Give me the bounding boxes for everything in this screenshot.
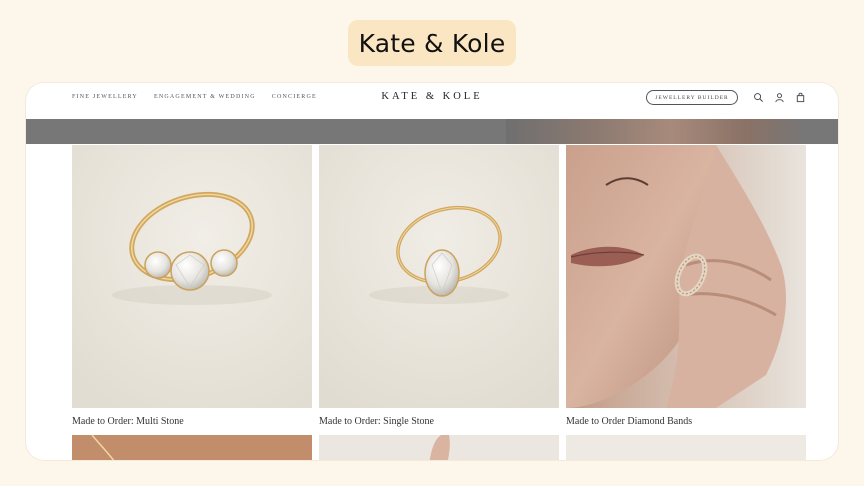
- product-tile-multi-stone[interactable]: [72, 145, 312, 408]
- hero-banner-overlay: [26, 119, 838, 144]
- hand-image: [319, 435, 559, 460]
- page-title: Kate & Kole: [348, 20, 516, 66]
- product-tile-single-stone[interactable]: [319, 145, 559, 408]
- product-tile-next-row[interactable]: [72, 435, 312, 460]
- site-navigation: Fine Jewellery Engagement & Wedding Conc…: [26, 83, 838, 119]
- search-icon[interactable]: [753, 92, 764, 103]
- product-tile-next-row[interactable]: [319, 435, 559, 460]
- product-caption-diamond-bands[interactable]: Made to Order Diamond Bands: [566, 416, 692, 427]
- website-screenshot: Fine Jewellery Engagement & Wedding Conc…: [26, 83, 838, 460]
- model-wearing-diamond-band-image: [566, 145, 806, 408]
- jewellery-image: [566, 435, 806, 460]
- account-icon[interactable]: [774, 92, 785, 103]
- hero-portrait-image: [506, 119, 806, 144]
- jewellery-builder-button[interactable]: Jewellery Builder: [646, 90, 738, 105]
- product-tile-next-row[interactable]: [566, 435, 806, 460]
- necklace-image: [72, 435, 312, 460]
- oval-solitaire-ring-image: [319, 145, 559, 408]
- bag-icon[interactable]: [795, 92, 806, 103]
- product-tile-diamond-bands[interactable]: [566, 145, 806, 408]
- product-caption-single-stone[interactable]: Made to Order: Single Stone: [319, 416, 434, 427]
- product-caption-multi-stone[interactable]: Made to Order: Multi Stone: [72, 416, 184, 427]
- three-stone-ring-image: [72, 145, 312, 408]
